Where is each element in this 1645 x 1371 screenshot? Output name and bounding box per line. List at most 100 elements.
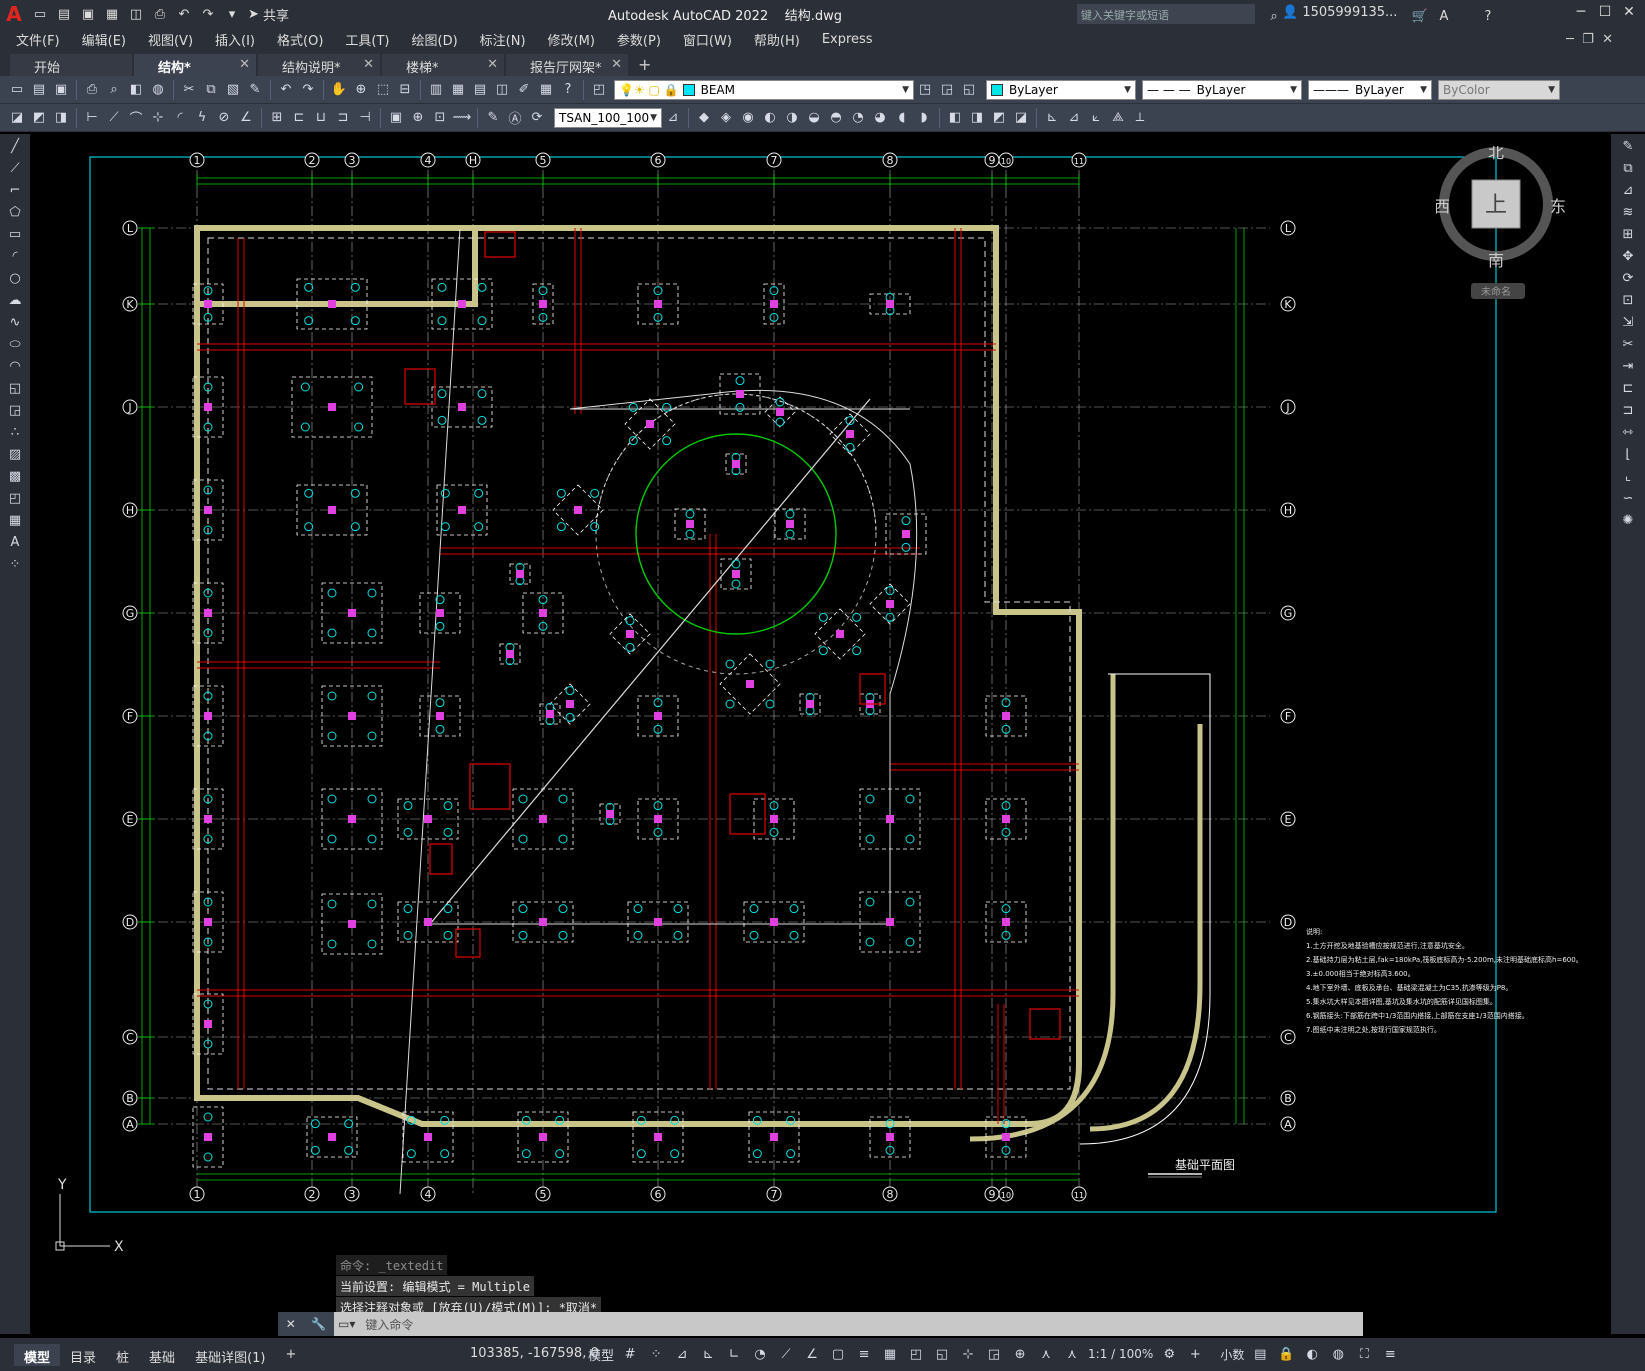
angular-dimension-icon[interactable]: ∠ bbox=[236, 108, 256, 128]
user-account[interactable]: 👤 1505999135... bbox=[1282, 5, 1397, 20]
menu-insert[interactable]: 插入(I) bbox=[215, 30, 255, 49]
selection-cycling-icon[interactable]: ◰ bbox=[906, 1344, 926, 1364]
model-space-button[interactable]: 模型 bbox=[588, 1344, 614, 1364]
chamfer-icon[interactable]: ⌊ bbox=[1618, 444, 1638, 464]
isodraft-icon[interactable]: ⟋ bbox=[776, 1344, 796, 1364]
new-tab-icon[interactable]: + bbox=[638, 55, 651, 76]
region-icon[interactable]: ◰ bbox=[5, 488, 25, 508]
redo-icon[interactable]: ↷ bbox=[298, 80, 318, 100]
dimension-edit-icon[interactable]: ✎ bbox=[483, 108, 503, 128]
quick-dimension-icon[interactable]: ⊞ bbox=[267, 108, 287, 128]
trim-icon[interactable]: ✂ bbox=[1618, 334, 1638, 354]
dimension-style-icon[interactable]: ⊿ bbox=[663, 108, 683, 128]
object-snap-icon[interactable]: ▢ bbox=[828, 1344, 848, 1364]
open-icon[interactable]: ▤ bbox=[29, 80, 49, 100]
cylinder-icon[interactable]: ◈ bbox=[716, 108, 736, 128]
layer-dropdown[interactable]: 💡☀ ▢ 🔒 BEAM ▼ bbox=[614, 79, 914, 100]
cut-icon[interactable]: ✂ bbox=[179, 80, 199, 100]
zoom-previous-icon[interactable]: ⊟ bbox=[395, 80, 415, 100]
linetype-dropdown[interactable]: — — — ByLayer ▼ bbox=[1142, 79, 1302, 100]
gradient-icon[interactable]: ▩ bbox=[5, 466, 25, 486]
plotstyle-dropdown[interactable]: ByColor ▼ bbox=[1438, 79, 1560, 100]
rotate-icon[interactable]: ⟳ bbox=[1618, 268, 1638, 288]
transparency-icon[interactable]: ▦ bbox=[880, 1344, 900, 1364]
save-icon[interactable]: ▣ bbox=[51, 80, 71, 100]
plot-icon[interactable]: ⎙ bbox=[82, 80, 102, 100]
clean-screen-icon[interactable]: ⛶ bbox=[1354, 1344, 1374, 1364]
menu-format[interactable]: 格式(O) bbox=[277, 30, 323, 49]
diameter-dimension-icon[interactable]: ⊘ bbox=[214, 108, 234, 128]
command-prompt-icon[interactable]: ▭▾ bbox=[334, 1317, 359, 1331]
gizmo-icon[interactable]: ⊕ bbox=[1010, 1344, 1030, 1364]
make-current-layer-icon[interactable]: ◳ bbox=[915, 80, 935, 100]
help-icon[interactable]: ? bbox=[1477, 5, 1499, 27]
selection-filter-icon[interactable]: ◲ bbox=[984, 1344, 1004, 1364]
lock-ui-icon[interactable]: 🔒 bbox=[1276, 1344, 1296, 1364]
menu-tools[interactable]: 工具(T) bbox=[345, 30, 389, 49]
saveas-icon[interactable]: ▦ bbox=[101, 3, 123, 25]
share-icon[interactable]: ➤ 共享 bbox=[248, 3, 289, 25]
table-icon[interactable]: ▦ bbox=[5, 510, 25, 530]
attribute-icon[interactable]: ◨ bbox=[51, 108, 71, 128]
zoom-window-icon[interactable]: ⬚ bbox=[373, 80, 393, 100]
fillet-icon[interactable]: ⌞ bbox=[1618, 466, 1638, 486]
layout-tab-model[interactable]: 模型 bbox=[14, 1343, 61, 1366]
rectangle-icon[interactable]: ▭ bbox=[5, 224, 25, 244]
menu-draw[interactable]: 绘图(D) bbox=[412, 30, 458, 49]
view-iso-icon[interactable]: ◪ bbox=[1011, 108, 1031, 128]
view-top-icon[interactable]: ◧ bbox=[945, 108, 965, 128]
document-window-controls[interactable]: ─ ❐ ✕ bbox=[1566, 32, 1613, 47]
match-properties-icon[interactable]: ✎ bbox=[245, 80, 265, 100]
new-icon[interactable]: ▭ bbox=[29, 3, 51, 25]
erase-icon[interactable]: ✎ bbox=[1618, 136, 1638, 156]
object-snap-tracking-icon[interactable]: ∠ bbox=[802, 1344, 822, 1364]
ellipse-icon[interactable]: ⬭ bbox=[5, 334, 25, 354]
radius-dimension-icon[interactable]: ◜ bbox=[170, 108, 190, 128]
insert-block-icon[interactable]: ◱ bbox=[5, 378, 25, 398]
continue-dimension-icon[interactable]: ⊔ bbox=[311, 108, 331, 128]
polyline-icon[interactable]: ⌐ bbox=[5, 180, 25, 200]
close-tab-icon[interactable]: ✕ bbox=[487, 57, 498, 72]
graphics-performance-icon[interactable]: ◍ bbox=[1328, 1344, 1348, 1364]
lineweight-icon[interactable]: ≡ bbox=[854, 1344, 874, 1364]
markup-icon[interactable]: ✐ bbox=[514, 80, 534, 100]
preview-icon[interactable]: ⌕ bbox=[104, 80, 124, 100]
new-icon[interactable]: ▭ bbox=[7, 80, 27, 100]
box-icon[interactable]: ◆ bbox=[694, 108, 714, 128]
units-dropdown[interactable]: 小数 bbox=[1220, 1344, 1244, 1364]
offset-icon[interactable]: ≋ bbox=[1618, 202, 1638, 222]
annotation-visibility-icon[interactable]: ⋏ bbox=[1036, 1344, 1056, 1364]
union-icon[interactable]: ◉ bbox=[738, 108, 758, 128]
point-icon[interactable]: ∴ bbox=[5, 422, 25, 442]
snap-icon[interactable]: ⁘ bbox=[646, 1344, 666, 1364]
tab-start[interactable]: 开始 bbox=[10, 54, 132, 76]
copy-object-icon[interactable]: ⧉ bbox=[1618, 158, 1638, 178]
ucs-icon[interactable]: ⊾ bbox=[1042, 108, 1062, 128]
menu-view[interactable]: 视图(V) bbox=[148, 30, 193, 49]
undo-icon[interactable]: ↶ bbox=[276, 80, 296, 100]
dimension-space-icon[interactable]: ⊐ bbox=[333, 108, 353, 128]
customize-command-icon[interactable]: 🔧 bbox=[311, 1317, 326, 1331]
loft-icon[interactable]: ◕ bbox=[870, 108, 890, 128]
add-selected-icon[interactable]: ⁘ bbox=[5, 554, 25, 574]
jogged-linear-icon[interactable]: ⟿ bbox=[452, 108, 472, 128]
linear-dimension-icon[interactable]: ⊢ bbox=[82, 108, 102, 128]
viewcube-north[interactable]: 北 bbox=[1488, 143, 1504, 162]
menu-parametric[interactable]: 参数(P) bbox=[617, 30, 661, 49]
menu-express[interactable]: Express bbox=[822, 32, 873, 47]
annotation-scale-dropdown[interactable]: 1:1 / 100% bbox=[1088, 1344, 1153, 1364]
copy-icon[interactable]: ⧉ bbox=[201, 80, 221, 100]
dimension-text-edit-icon[interactable]: Ⓐ bbox=[505, 108, 525, 128]
dynamic-input-icon[interactable]: ⊾ bbox=[698, 1344, 718, 1364]
workspace-switch-icon[interactable]: ⚙ bbox=[1159, 1344, 1179, 1364]
color-dropdown[interactable]: ByLayer ▼ bbox=[986, 79, 1136, 100]
customization-icon[interactable]: ≡ bbox=[1380, 1344, 1400, 1364]
grid-icon[interactable]: # bbox=[620, 1344, 640, 1364]
ortho-icon[interactable]: ∟ bbox=[724, 1344, 744, 1364]
command-line[interactable]: ✕ 🔧 ▭▾ 键入命令 bbox=[278, 1312, 1363, 1336]
close-tab-icon[interactable]: ✕ bbox=[611, 57, 622, 72]
center-mark-icon[interactable]: ⊕ bbox=[408, 108, 428, 128]
extend-icon[interactable]: ⇥ bbox=[1618, 356, 1638, 376]
viewcube[interactable]: 上 北 南 东 西 未命名 bbox=[1434, 143, 1616, 316]
quickcalc-icon[interactable]: ▦ bbox=[536, 80, 556, 100]
